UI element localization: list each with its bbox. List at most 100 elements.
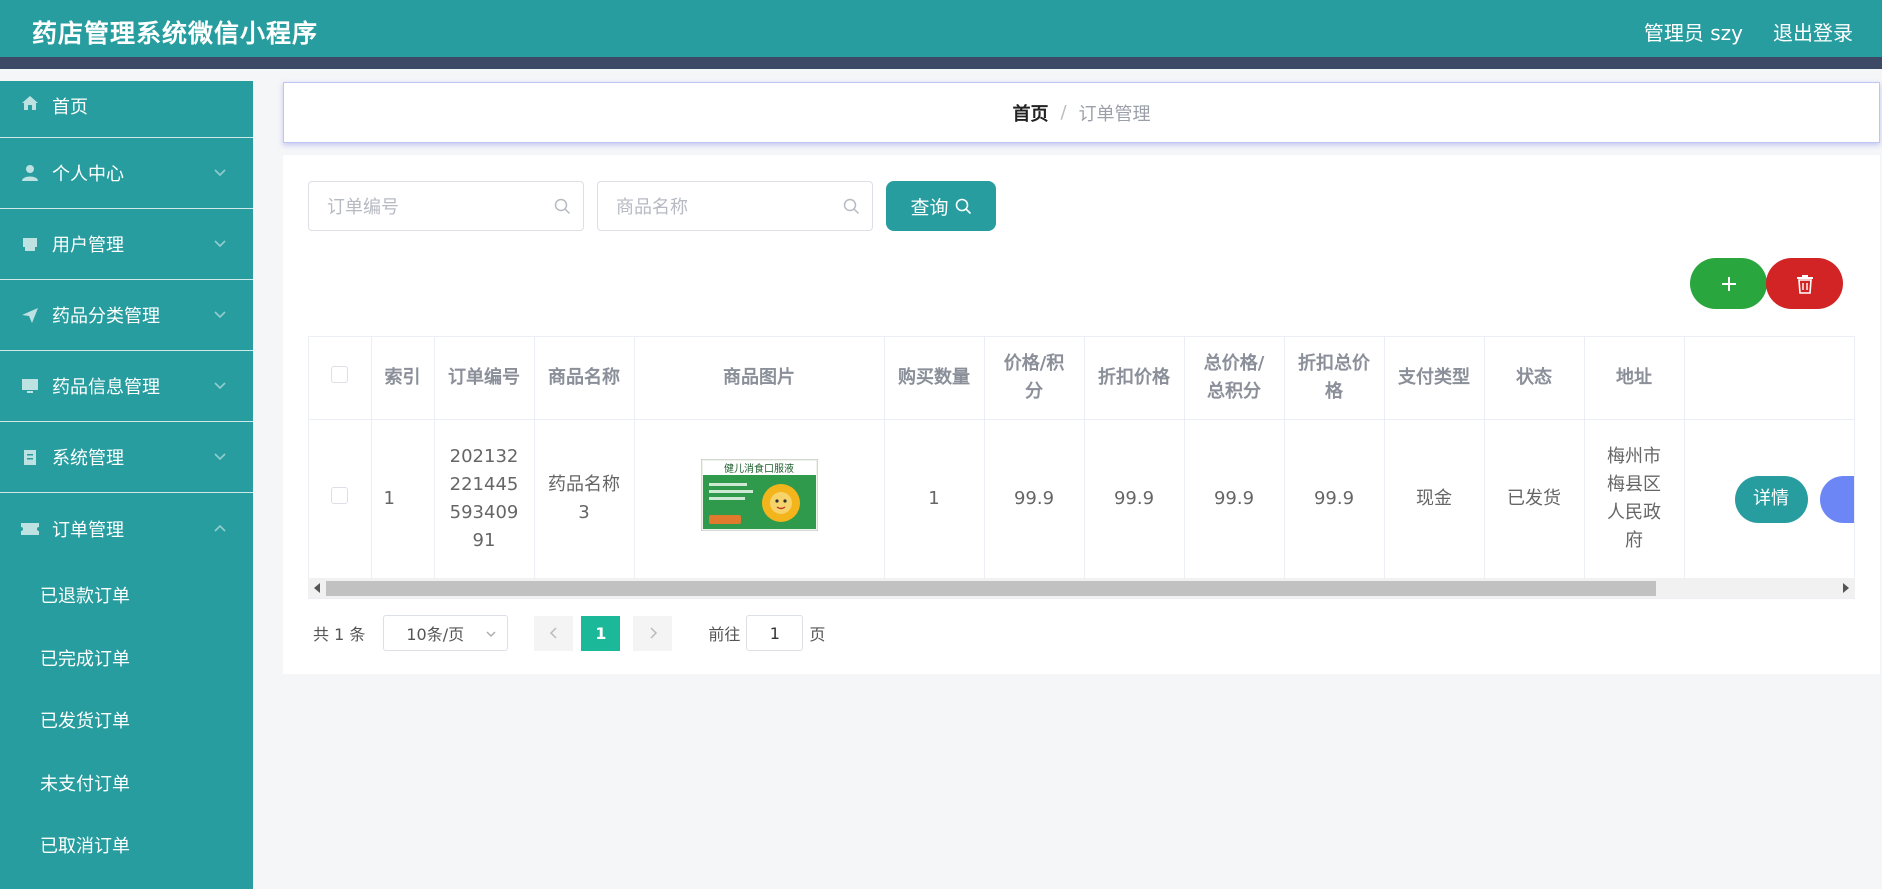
column-header: 索引 xyxy=(371,337,435,420)
sidebar-item-profile[interactable]: 个人中心 xyxy=(0,138,253,209)
home-icon xyxy=(20,93,40,113)
cell-quantity: 1 xyxy=(884,419,985,580)
cell-address: 梅州市梅县区人民政府 xyxy=(1584,419,1685,580)
product-image-text: 健儿消食口服液 xyxy=(724,462,794,475)
chevron-down-icon xyxy=(214,382,226,390)
cell-product-image: 健儿消食口服液 xyxy=(634,419,885,580)
add-button[interactable] xyxy=(1690,258,1767,309)
logout-link[interactable]: 退出登录 xyxy=(1773,17,1853,46)
send-icon xyxy=(20,305,40,325)
cell-price: 99.9 xyxy=(984,419,1085,580)
cell-status: 已发货 xyxy=(1484,419,1585,580)
row-checkbox[interactable] xyxy=(331,487,349,504)
query-button-label: 查询 xyxy=(910,196,949,219)
pagination: 共 1 条 10条/页 1 前往 1 页 xyxy=(313,615,825,651)
monitor-icon xyxy=(20,376,40,396)
goto-prefix: 前往 xyxy=(708,625,741,644)
cell-total-price: 99.9 xyxy=(1184,419,1285,580)
product-name-search-input[interactable]: 商品名称 xyxy=(597,181,873,231)
page-size-value: 10条/页 xyxy=(406,625,465,644)
prev-page-button[interactable] xyxy=(534,615,574,651)
page-number-current[interactable]: 1 xyxy=(581,615,621,651)
breadcrumb: 首页 / 订单管理 xyxy=(283,82,1880,143)
edit-button[interactable] xyxy=(1819,475,1854,523)
chevron-up-icon xyxy=(214,524,226,532)
header-actions: 管理员 szy 退出登录 xyxy=(1644,17,1853,46)
column-header: 地址 xyxy=(1584,337,1685,420)
submenu-refunded-orders[interactable]: 已退款订单 xyxy=(0,564,253,627)
sidebar-item-label: 个人中心 xyxy=(52,164,124,185)
sidebar-item-drug-category[interactable]: 药品分类管理 xyxy=(0,280,253,351)
cell-actions: 详情 xyxy=(1684,419,1854,580)
scrollbar-thumb[interactable] xyxy=(326,581,1656,596)
sidebar: 首页 个人中心 用户管理 药品分类管理 药品信息管理 系统管理 订单管理 已退款… xyxy=(0,81,253,889)
tickets-icon xyxy=(20,519,40,539)
order-management-panel: 订单编号 商品名称 查询 索引 订单编号 商品名称 商品图片 购买数量 价格/积… xyxy=(283,155,1880,674)
sidebar-item-home[interactable]: 首页 xyxy=(0,81,253,138)
table-header-row: 索引 订单编号 商品名称 商品图片 购买数量 价格/积分 折扣价格 总价格/总积… xyxy=(309,337,1854,420)
next-page-button[interactable] xyxy=(633,615,673,651)
column-header: 状态 xyxy=(1484,337,1585,420)
total-count: 共 1 条 xyxy=(313,625,366,644)
product-image: 健儿消食口服液 xyxy=(700,458,818,531)
sidebar-item-users[interactable]: 用户管理 xyxy=(0,209,253,280)
column-header: 购买数量 xyxy=(884,337,985,420)
sidebar-item-orders[interactable]: 订单管理 xyxy=(0,493,253,564)
scroll-right-arrow-icon[interactable] xyxy=(1843,583,1849,593)
actions-header xyxy=(1684,337,1854,420)
chevron-down-icon xyxy=(214,311,226,319)
order-no-search-input[interactable]: 订单编号 xyxy=(308,181,584,231)
chevron-down-icon xyxy=(214,169,226,177)
column-header: 折扣价格 xyxy=(1084,337,1185,420)
column-header: 总价格/总积分 xyxy=(1184,337,1285,420)
sidebar-item-label: 药品信息管理 xyxy=(52,377,160,398)
chevron-down-icon xyxy=(214,453,226,461)
sidebar-item-label: 首页 xyxy=(52,97,88,118)
breadcrumb-current: 订单管理 xyxy=(1078,103,1151,125)
order-no-placeholder: 订单编号 xyxy=(327,197,399,218)
page-size-select[interactable]: 10条/页 xyxy=(383,615,509,651)
sidebar-item-system[interactable]: 系统管理 xyxy=(0,422,253,493)
row-select-cell xyxy=(309,419,372,580)
detail-button[interactable]: 详情 xyxy=(1734,475,1808,523)
submenu-completed-orders[interactable]: 已完成订单 xyxy=(0,627,253,690)
printer-icon xyxy=(20,234,40,254)
cell-index: 1 xyxy=(371,419,435,580)
chevron-right-icon xyxy=(650,627,657,639)
cell-discount-price: 99.9 xyxy=(1084,419,1185,580)
cell-order-no: 20213222144559340991 xyxy=(434,419,535,580)
plus-icon xyxy=(1721,276,1736,291)
trash-icon xyxy=(1796,274,1813,294)
sidebar-item-label: 药品分类管理 xyxy=(52,306,160,327)
app-title: 药店管理系统微信小程序 xyxy=(32,19,319,48)
chevron-left-icon xyxy=(549,627,557,639)
cell-discount-total: 99.9 xyxy=(1284,419,1385,580)
cell-pay-type: 现金 xyxy=(1384,419,1485,580)
sidebar-item-drug-info[interactable]: 药品信息管理 xyxy=(0,351,253,422)
table-row: 1 20213222144559340991 药品名称3 健儿消食口服液 1 9… xyxy=(309,419,1854,580)
clipboard-icon xyxy=(20,447,40,467)
cell-product-name: 药品名称3 xyxy=(534,419,635,580)
delete-button[interactable] xyxy=(1766,258,1843,309)
sidebar-item-label: 系统管理 xyxy=(52,448,124,469)
sidebar-item-label: 订单管理 xyxy=(52,519,124,541)
goto-page: 前往 1 页 xyxy=(708,615,825,651)
scroll-left-arrow-icon[interactable] xyxy=(314,583,320,593)
column-header: 支付类型 xyxy=(1384,337,1485,420)
product-name-placeholder: 商品名称 xyxy=(616,197,688,218)
top-header: 药店管理系统微信小程序 管理员 szy 退出登录 xyxy=(0,0,1882,69)
select-all-checkbox[interactable] xyxy=(331,365,349,383)
submenu-shipped-orders[interactable]: 已发货订单 xyxy=(0,689,253,752)
current-user[interactable]: 管理员 szy xyxy=(1644,17,1743,46)
query-button[interactable]: 查询 xyxy=(886,181,996,231)
search-icon xyxy=(554,198,571,215)
goto-page-input[interactable]: 1 xyxy=(746,615,804,651)
breadcrumb-home[interactable]: 首页 xyxy=(1012,100,1048,126)
column-header: 价格/积分 xyxy=(984,337,1085,420)
user-icon xyxy=(20,163,40,183)
search-icon xyxy=(955,198,971,214)
table-horizontal-scrollbar[interactable] xyxy=(308,578,1855,598)
column-header: 商品名称 xyxy=(534,337,635,420)
submenu-unpaid-orders[interactable]: 未支付订单 xyxy=(0,752,253,815)
submenu-cancelled-orders[interactable]: 已取消订单 xyxy=(0,814,253,877)
